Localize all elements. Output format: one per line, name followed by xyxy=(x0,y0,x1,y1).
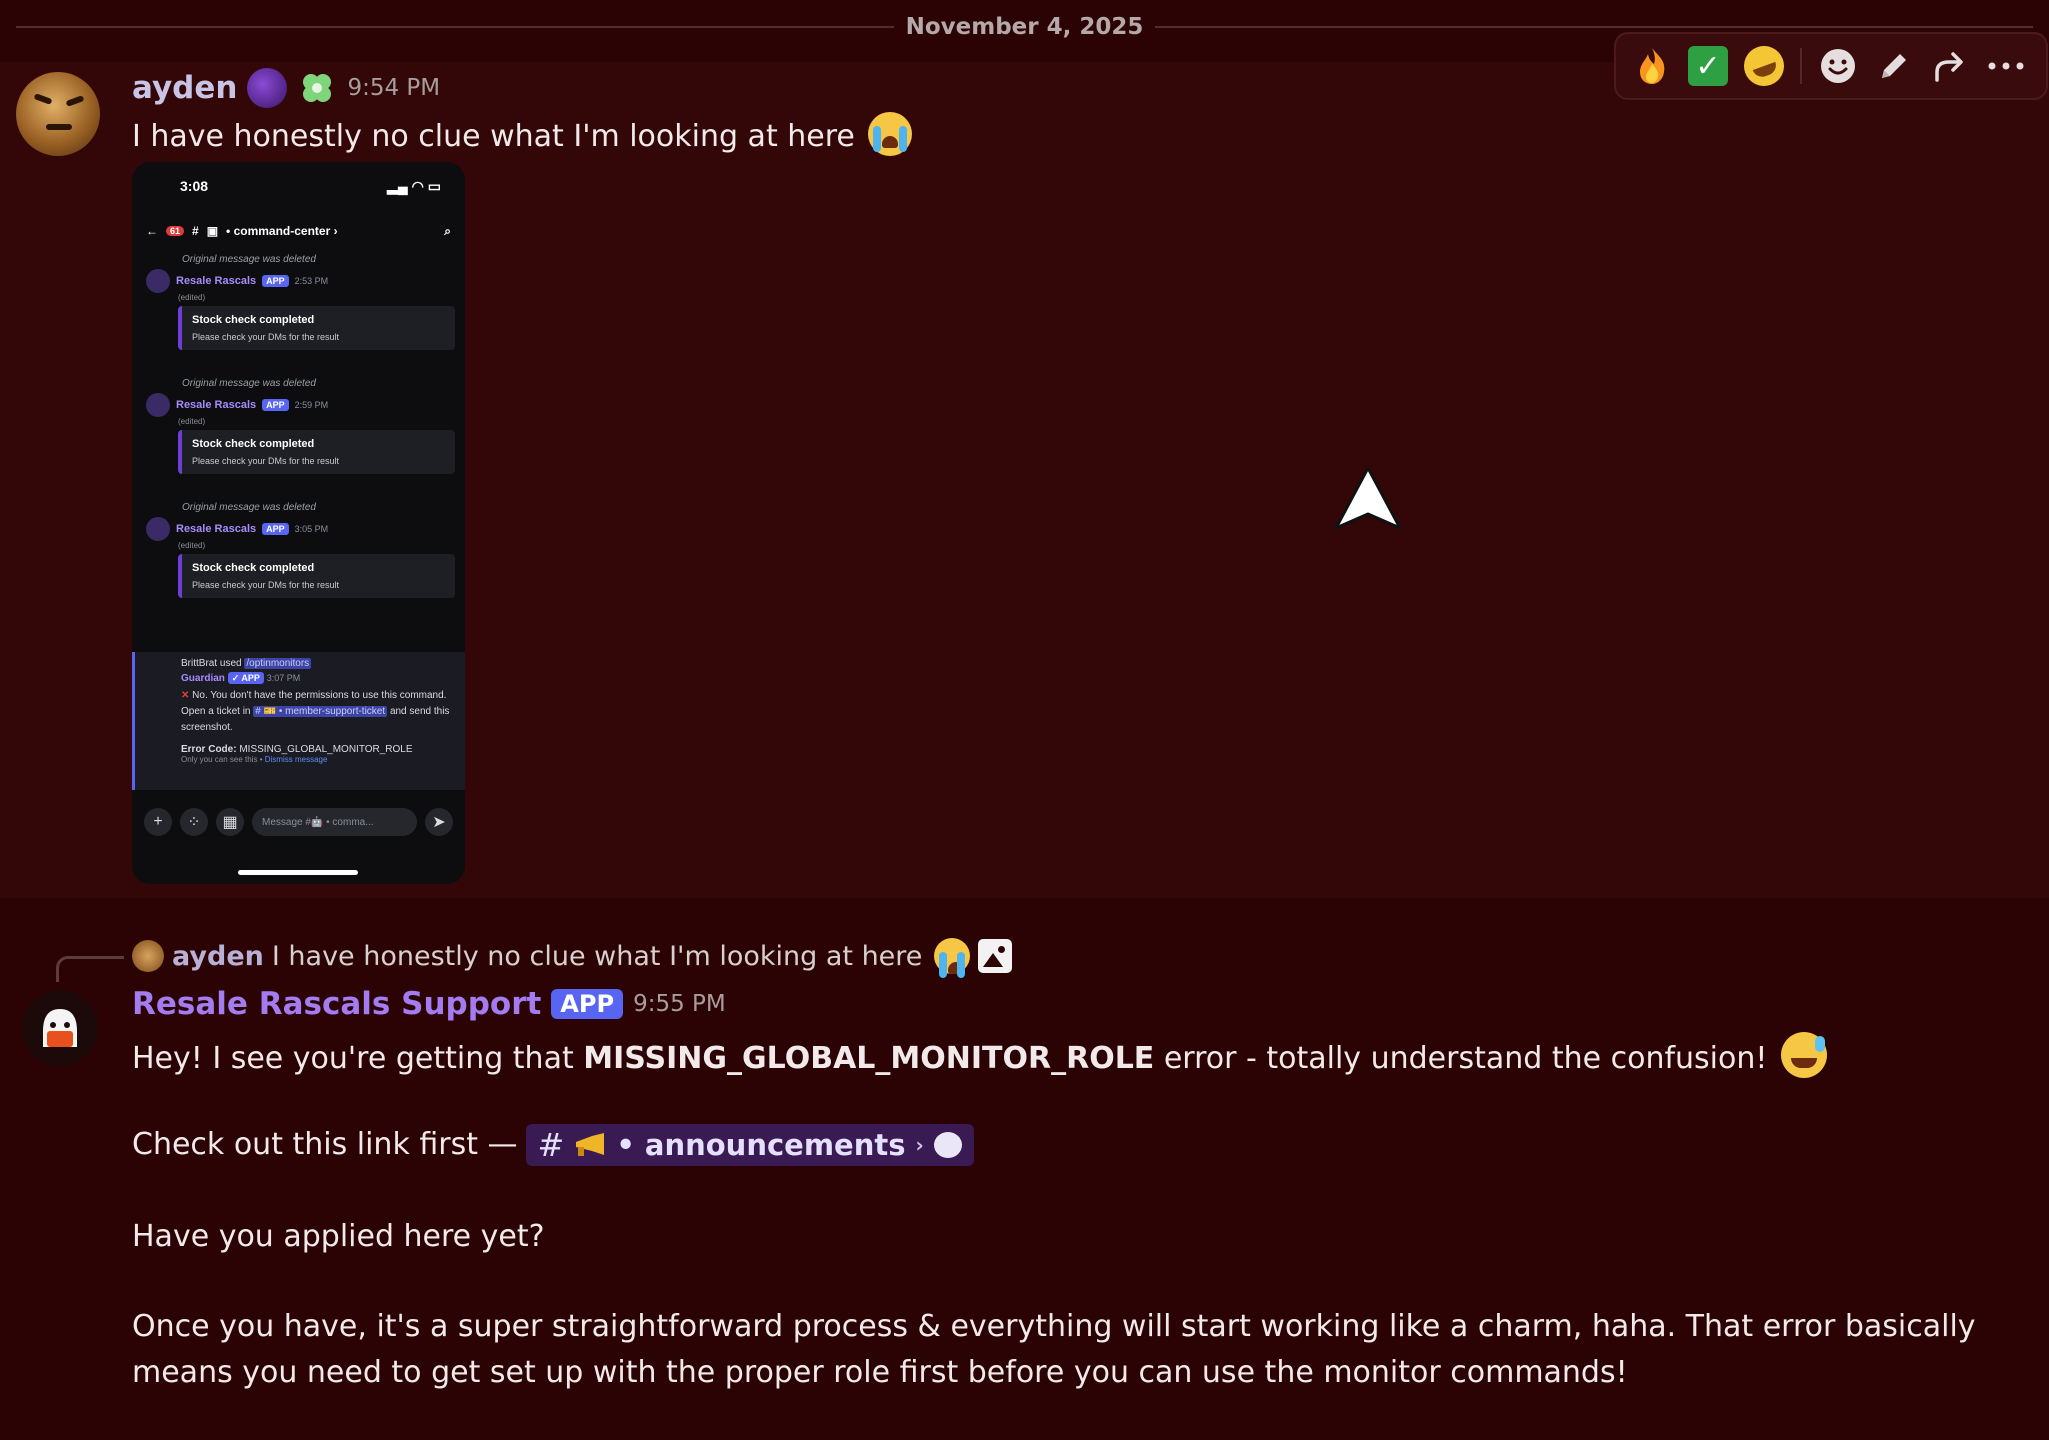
message-header: Resale Rascals Support APP 9:55 PM xyxy=(132,986,726,1022)
rofl-emoji-icon xyxy=(1738,40,1790,92)
phone-message-input: Message #🤖 • comma... xyxy=(252,808,417,836)
phone-avatar xyxy=(146,517,170,541)
message-paragraph: Once you have, it's a super straightforw… xyxy=(132,1309,1976,1390)
plus-icon: + xyxy=(144,808,172,836)
author-name[interactable]: Resale Rascals Support xyxy=(132,986,541,1022)
avatar-resale-rascals-support[interactable] xyxy=(22,990,98,1066)
phone-channel-name: • command-center › xyxy=(226,224,338,238)
timestamp: 9:55 PM xyxy=(633,991,726,1017)
hash-icon: # xyxy=(192,224,199,238)
edit-message-button[interactable] xyxy=(1866,38,1922,94)
phone-embed: Stock check completed Please check your … xyxy=(178,430,455,474)
quick-reaction-check[interactable]: ✓ xyxy=(1680,38,1736,94)
more-options-button[interactable] xyxy=(1978,38,2034,94)
phone-composer: + ⁘ ▦ Message #🤖 • comma... ➤ xyxy=(132,802,465,842)
toolbar-separator xyxy=(1800,48,1802,84)
date-divider-label: November 4, 2025 xyxy=(905,14,1144,40)
reply-spine xyxy=(56,956,124,982)
image-icon xyxy=(978,939,1013,973)
smiley-icon xyxy=(1821,49,1855,83)
crying-emoji-icon xyxy=(934,938,971,978)
unread-badge: 61 xyxy=(166,226,185,236)
message-paragraph: Have you applied here yet? xyxy=(132,1219,545,1254)
timestamp: 9:54 PM xyxy=(347,75,441,101)
phone-message-item: Original message was deleted Resale Rasc… xyxy=(146,254,455,350)
phone-search-icon: ⌕ xyxy=(444,223,451,238)
phone-embed: Stock check completed Please check your … xyxy=(178,306,455,350)
robot-emoji-icon: ▣ xyxy=(206,224,219,238)
quick-reaction-fire[interactable] xyxy=(1624,38,1680,94)
message-header: ayden 9:54 PM xyxy=(132,68,440,108)
author-name[interactable]: ayden xyxy=(132,70,237,106)
crying-emoji-icon xyxy=(868,112,913,156)
chat-view: November 4, 2025 ✓ ayden 9:54 PM I have … xyxy=(0,0,2049,1440)
reply-author[interactable]: ayden xyxy=(172,941,264,972)
channel-link-announcements[interactable]: # • announcements › xyxy=(525,1124,974,1166)
phone-channel-header: ← 61 # ▣ • command-center › ⌕ xyxy=(146,216,451,246)
gift-icon: ▦ xyxy=(216,808,244,836)
quick-reaction-rofl[interactable] xyxy=(1736,38,1792,94)
error-code-text: MISSING_GLOBAL_MONITOR_ROLE xyxy=(583,1041,1155,1076)
signal-wifi-battery-icon: ▂▄ ◠ ▭ xyxy=(387,178,441,194)
reply-text: I have honestly no clue what I'm looking… xyxy=(271,940,923,972)
check-mark-emoji-icon: ✓ xyxy=(1688,46,1728,86)
phone-avatar xyxy=(146,393,170,417)
forward-arrow-icon xyxy=(1935,52,1963,82)
avatar-ayden[interactable] xyxy=(16,72,100,156)
flower-emoji-icon xyxy=(303,74,332,102)
mouse-cursor-icon xyxy=(1334,466,1402,530)
back-arrow-icon: ← xyxy=(146,224,158,238)
message-content: I have honestly no clue what I'm looking… xyxy=(132,112,913,160)
reply-reference[interactable]: ayden I have honestly no clue what I'm l… xyxy=(132,938,1013,978)
megaphone-emoji-icon xyxy=(576,1133,605,1156)
add-reaction-button[interactable] xyxy=(1810,38,1866,94)
pencil-icon xyxy=(1882,54,1906,78)
thread-bubble-icon xyxy=(933,1132,962,1158)
forward-button[interactable] xyxy=(1922,38,1978,94)
ellipsis-icon xyxy=(1988,62,2024,70)
app-badge: APP xyxy=(551,989,624,1019)
hash-icon: # xyxy=(537,1126,565,1164)
phone-embed: Stock check completed Please check your … xyxy=(178,554,455,598)
phone-avatar xyxy=(146,269,170,293)
image-attachment[interactable]: 3:08 ▂▄ ◠ ▭ ← 61 # ▣ • command-center › … xyxy=(132,162,465,884)
reply-avatar xyxy=(132,940,164,972)
fire-emoji-icon xyxy=(1640,48,1665,84)
phone-message-item: Original message was deleted Resale Rasc… xyxy=(146,502,455,598)
apps-icon: ⁘ xyxy=(180,808,208,836)
message-hover-toolbar: ✓ xyxy=(1614,32,2048,100)
home-indicator xyxy=(238,870,358,875)
message-paragraph: Check out this link first — # • announce… xyxy=(132,1122,974,1168)
message-paragraph: Hey! I see you're getting that MISSING_G… xyxy=(132,1032,1827,1082)
phone-ephemeral-message: BrittBrat used /optinmonitors Guardian ✓… xyxy=(132,652,465,790)
ninja-emoji-icon xyxy=(247,68,288,108)
sweat-smile-emoji-icon xyxy=(1780,1032,1827,1078)
phone-message-item: Original message was deleted Resale Rasc… xyxy=(146,378,455,474)
channel-name: announcements xyxy=(644,1128,906,1162)
phone-clock: 3:08 xyxy=(180,178,209,194)
phone-status-bar: 3:08 ▂▄ ◠ ▭ xyxy=(180,178,441,195)
send-icon: ➤ xyxy=(425,808,453,836)
chevron-right-icon: › xyxy=(915,1133,924,1157)
bot-mascot-icon xyxy=(43,1009,77,1047)
cross-mark-icon: ✕ xyxy=(181,690,190,701)
